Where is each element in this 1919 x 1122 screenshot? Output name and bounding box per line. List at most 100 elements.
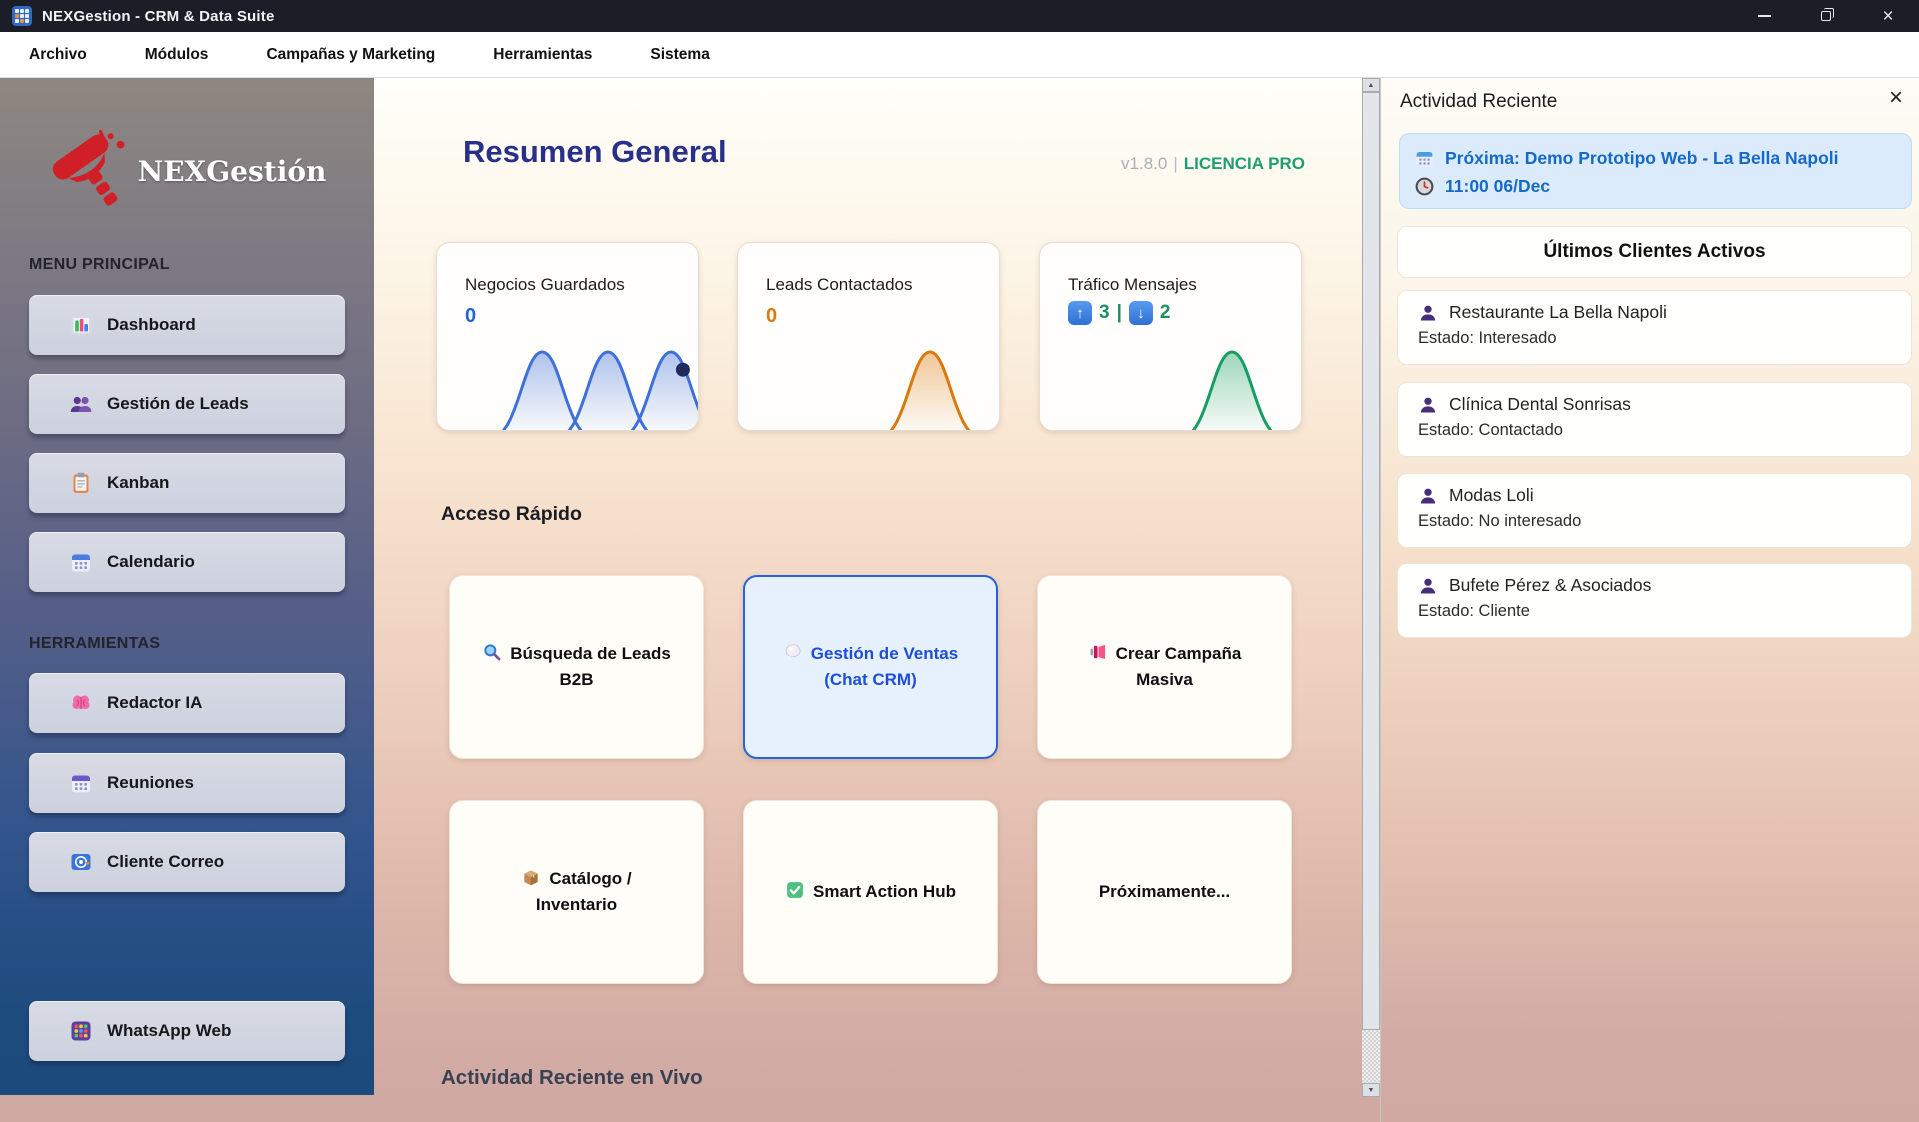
sparkline-orange: [738, 340, 1000, 430]
menu-campanas-marketing[interactable]: Campañas y Marketing: [237, 32, 464, 77]
sidebar-item-redactor-ia[interactable]: Redactor IA: [29, 673, 345, 733]
quick-card-label: Próximamente...: [1099, 882, 1230, 901]
client-card[interactable]: Clínica Dental Sonrisas Estado: Contacta…: [1397, 382, 1912, 457]
sidebar-item-label: Calendario: [107, 552, 195, 572]
version-label: v1.8.0: [1121, 154, 1167, 173]
quick-card-crear-campana-masiva[interactable]: Crear Campaña Masiva: [1037, 575, 1292, 759]
stat-label: Tráfico Mensajes: [1068, 275, 1197, 295]
event-time: 11:00 06/Dec: [1445, 176, 1550, 197]
traffic-separator: |: [1117, 302, 1122, 324]
client-card[interactable]: Restaurante La Bella Napoli Estado: Inte…: [1397, 290, 1912, 365]
arrow-up-icon: ↑: [1068, 301, 1092, 325]
stat-label: Leads Contactados: [766, 275, 913, 295]
panel-close-icon[interactable]: ×: [1889, 86, 1903, 110]
grid-icon: [69, 1019, 93, 1043]
sidebar-item-label: Dashboard: [107, 315, 196, 335]
separator: |: [1173, 154, 1177, 173]
person-icon: [1418, 576, 1438, 596]
client-status: Estado: No interesado: [1418, 512, 1891, 531]
close-icon[interactable]: ×: [1857, 0, 1919, 32]
sparkline-blue: [437, 340, 699, 430]
quick-card-label: Catálogo / Inventario: [536, 869, 632, 914]
menu-herramientas[interactable]: Herramientas: [464, 32, 621, 77]
at-mail-icon: [69, 850, 93, 874]
magnifier-icon: [482, 642, 502, 662]
sidebar-item-label: Reuniones: [107, 773, 194, 793]
quick-card-label: Crear Campaña Masiva: [1116, 644, 1242, 689]
section-label-herramientas: HERRAMIENTAS: [29, 635, 160, 653]
menu-modulos[interactable]: Módulos: [116, 32, 238, 77]
vertical-scrollbar[interactable]: ▲ ▼: [1362, 78, 1380, 1097]
scroll-down-icon[interactable]: ▼: [1362, 1083, 1380, 1097]
version-license: v1.8.0 | LICENCIA PRO: [1121, 154, 1305, 174]
restore-icon[interactable]: [1795, 0, 1857, 32]
client-status: Estado: Contactado: [1418, 421, 1891, 440]
sidebar-item-label: Kanban: [107, 473, 169, 493]
scrollbar-thumb[interactable]: [1362, 92, 1380, 1030]
logo-text: NEXGestión: [138, 155, 327, 188]
calendar-icon: [1414, 148, 1435, 169]
menu-sistema[interactable]: Sistema: [621, 32, 738, 77]
calendar-icon: [69, 550, 93, 574]
bar-chart-icon: [69, 313, 93, 337]
window-controls: ×: [1733, 0, 1919, 32]
quick-card-label: Gestión de Ventas (Chat CRM): [811, 644, 958, 689]
sparkline-green: [1040, 340, 1302, 430]
panel-title: Actividad Reciente: [1400, 91, 1557, 113]
stat-value: 0: [766, 305, 777, 328]
sidebar-item-whatsapp-web[interactable]: WhatsApp Web: [29, 1001, 345, 1061]
section-label-menu-principal: MENU PRINCIPAL: [29, 256, 170, 274]
sidebar-item-dashboard[interactable]: Dashboard: [29, 295, 345, 355]
person-icon: [1418, 303, 1438, 323]
minimize-icon[interactable]: [1733, 0, 1795, 32]
sidebar-item-label: Gestión de Leads: [107, 394, 249, 414]
stat-card-negocios-guardados: Negocios Guardados 0: [436, 242, 699, 431]
app-window: NEXGestion - CRM & Data Suite × Archivo …: [0, 0, 1919, 1122]
quick-card-label: Smart Action Hub: [813, 882, 956, 901]
speech-bubble-icon: [783, 642, 803, 662]
app-logo: NEXGestión: [0, 96, 374, 246]
brain-icon: [69, 691, 93, 715]
client-status: Estado: Cliente: [1418, 602, 1891, 621]
sidebar-item-cliente-correo[interactable]: Cliente Correo: [29, 832, 345, 892]
activity-panel: Actividad Reciente × Próxima: Demo Proto…: [1380, 78, 1919, 1122]
quick-card-smart-action-hub[interactable]: Smart Action Hub: [743, 800, 998, 984]
sidebar-item-kanban[interactable]: Kanban: [29, 453, 345, 513]
client-name: Restaurante La Bella Napoli: [1449, 302, 1667, 323]
client-card[interactable]: Modas Loli Estado: No interesado: [1397, 473, 1912, 548]
people-icon: [69, 392, 93, 416]
quick-card-gestion-de-ventas[interactable]: Gestión de Ventas (Chat CRM): [743, 575, 998, 759]
stat-label: Negocios Guardados: [465, 275, 625, 295]
quick-card-label: Búsqueda de Leads B2B: [510, 644, 671, 689]
clock-icon: [1414, 176, 1435, 197]
sidebar-item-label: Redactor IA: [107, 693, 202, 713]
traffic-values: ↑ 3 | ↓ 2: [1068, 301, 1170, 325]
traffic-down-value: 2: [1160, 302, 1171, 324]
quick-card-catalogo-inventario[interactable]: Catálogo / Inventario: [449, 800, 704, 984]
upcoming-event-card[interactable]: Próxima: Demo Prototipo Web - La Bella N…: [1399, 133, 1912, 209]
arrow-down-icon: ↓: [1129, 301, 1153, 325]
sidebar-item-reuniones[interactable]: Reuniones: [29, 753, 345, 813]
live-activity-heading: Actividad Reciente en Vivo: [441, 1066, 703, 1090]
license-badge: LICENCIA PRO: [1184, 154, 1305, 173]
menu-archivo[interactable]: Archivo: [0, 32, 116, 77]
main-content: Resumen General v1.8.0 | LICENCIA PRO Nego…: [374, 78, 1362, 1097]
hammer-icon: [48, 127, 132, 215]
megaphone-icon: [1088, 642, 1108, 662]
check-icon: [785, 880, 805, 900]
scroll-up-icon[interactable]: ▲: [1362, 78, 1380, 92]
sidebar: NEXGestión MENU PRINCIPAL Dashboard: [0, 78, 374, 1095]
quick-card-proximamente[interactable]: Próximamente...: [1037, 800, 1292, 984]
traffic-up-value: 3: [1099, 302, 1110, 324]
sidebar-item-calendario[interactable]: Calendario: [29, 532, 345, 592]
calendar-icon: [69, 771, 93, 795]
clipboard-icon: [69, 471, 93, 495]
client-card[interactable]: Bufete Pérez & Asociados Estado: Cliente: [1397, 563, 1912, 638]
sidebar-item-label: WhatsApp Web: [107, 1021, 231, 1041]
window-body: NEXGestión MENU PRINCIPAL Dashboard: [0, 78, 1919, 1122]
quick-card-busqueda-leads-b2b[interactable]: Búsqueda de Leads B2B: [449, 575, 704, 759]
page-title: Resumen General: [463, 134, 727, 170]
app-icon: [12, 6, 32, 26]
sidebar-item-gestion-de-leads[interactable]: Gestión de Leads: [29, 374, 345, 434]
person-icon: [1418, 486, 1438, 506]
